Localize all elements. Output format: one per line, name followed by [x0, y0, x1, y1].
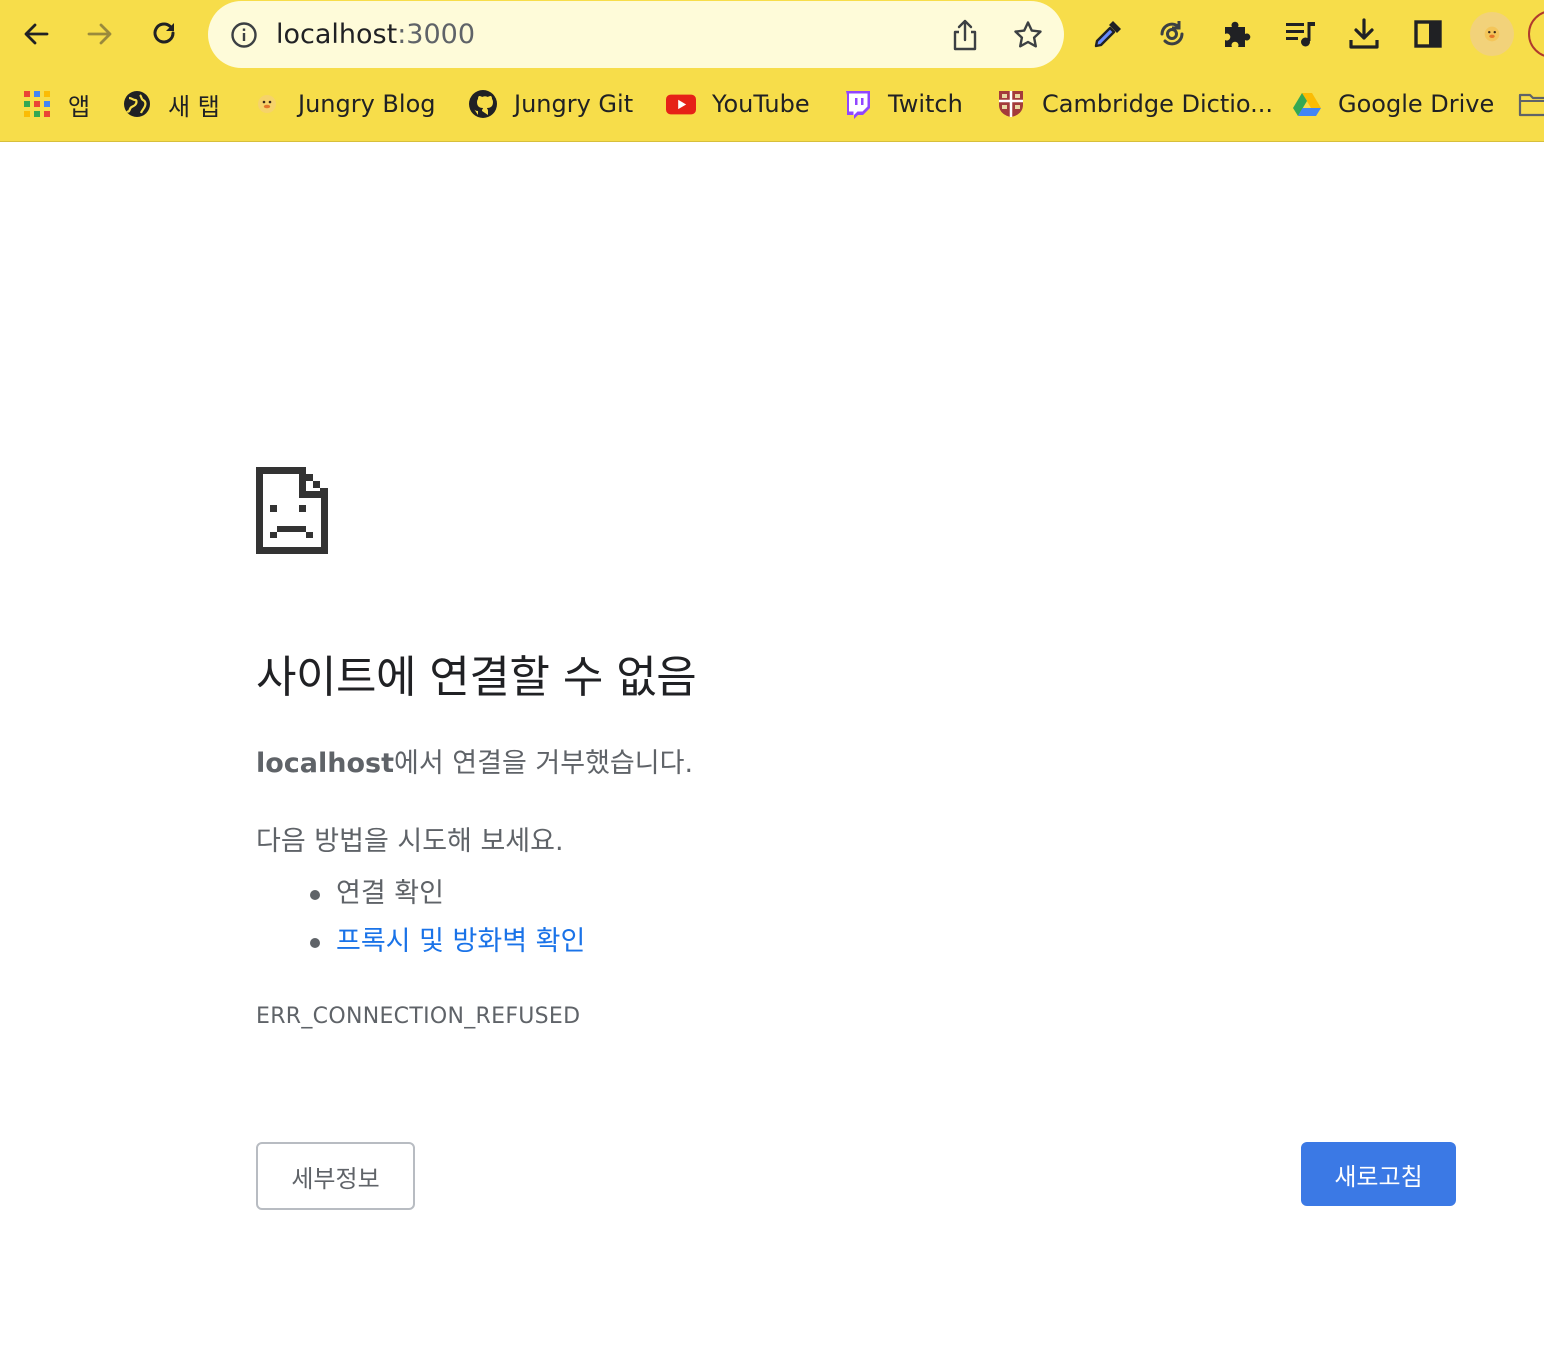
bookmark-label: Twitch	[888, 90, 963, 118]
bookmark-folder[interactable]	[1518, 82, 1544, 126]
error-description: localhost에서 연결을 거부했습니다.	[256, 745, 693, 783]
folder-icon	[1518, 89, 1544, 119]
bookmark-label: YouTube	[712, 90, 810, 118]
github-icon	[468, 89, 498, 119]
reload-icon	[153, 22, 175, 44]
url-host: localhost	[276, 19, 398, 50]
extensions-button[interactable]	[1216, 14, 1256, 54]
error-code: ERR_CONNECTION_REFUSED	[256, 1004, 581, 1029]
sad-document-icon	[256, 467, 328, 554]
error-title: 사이트에 연결할 수 없음	[256, 652, 697, 703]
reload-page-button[interactable]	[140, 10, 188, 58]
youtube-icon	[666, 89, 696, 119]
bookmark-twitch[interactable]: Twitch	[842, 82, 963, 126]
bookmark-apps[interactable]: 앱	[22, 82, 90, 126]
proxy-firewall-link[interactable]: 프록시 및 방화벽 확인	[336, 926, 585, 957]
bookmark-label: Cambridge Dictio...	[1042, 90, 1274, 118]
profile-avatar[interactable]	[1470, 12, 1514, 56]
bullet-dot	[310, 890, 320, 900]
bookmark-star-icon[interactable]	[1012, 19, 1044, 51]
account-avatar[interactable]	[1528, 10, 1544, 58]
bookmark-label: 새 탭	[168, 92, 220, 121]
bookmark-label: Google Drive	[1338, 90, 1495, 118]
duck-avatar-icon	[1484, 26, 1500, 42]
downloads-button[interactable]	[1344, 14, 1384, 54]
side-panel-icon	[1414, 20, 1442, 48]
extension-eyedropper[interactable]	[1088, 14, 1128, 54]
bookmark-jungry-blog[interactable]: Jungry Blog	[252, 82, 435, 126]
eyedropper-icon	[1094, 21, 1121, 48]
bookmark-label: Jungry Git	[514, 90, 634, 118]
apps-grid-icon	[22, 89, 52, 119]
suggestion-check-proxy-firewall: 프록시 및 방화벽 확인	[308, 918, 585, 966]
share-icon[interactable]	[950, 18, 980, 52]
browser-chrome: localhost:3000 앱 새 탭 Jungry Blog Jungry …	[0, 0, 1544, 142]
suggestions-heading: 다음 방법을 시도해 보세요.	[256, 826, 564, 857]
bookmark-youtube[interactable]: YouTube	[666, 82, 810, 126]
download-icon	[1349, 18, 1379, 49]
bookmarks-bar: 앱 새 탭 Jungry Blog Jungry Git YouTube Twi…	[0, 76, 1544, 132]
media-control-button[interactable]	[1280, 14, 1320, 54]
suggestion-text: 연결 확인	[336, 878, 444, 909]
playlist-music-icon	[1286, 22, 1315, 47]
arrow-left-icon	[24, 23, 49, 45]
bookmark-label: Jungry Blog	[298, 90, 436, 118]
arrow-right-icon	[87, 23, 112, 45]
side-panel-button[interactable]	[1408, 14, 1448, 54]
site-info-icon[interactable]	[230, 21, 258, 49]
sync-refresh-icon	[1160, 21, 1184, 46]
google-drive-icon	[1292, 89, 1322, 119]
suggestion-check-connection: 연결 확인	[308, 870, 585, 918]
address-url[interactable]: localhost:3000	[276, 17, 475, 53]
error-description-text: 에서 연결을 거부했습니다.	[394, 748, 694, 779]
bookmark-google-drive[interactable]: Google Drive	[1292, 82, 1494, 126]
address-bar[interactable]: localhost:3000	[208, 1, 1064, 68]
twitch-icon	[842, 89, 872, 119]
extension-sync[interactable]	[1152, 14, 1192, 54]
bullet-dot	[310, 938, 320, 948]
puzzle-piece-icon	[1225, 21, 1251, 47]
bookmark-label: 앱	[68, 92, 91, 121]
bookmark-cambridge-dictionary[interactable]: Cambridge Dictio...	[996, 82, 1273, 126]
bookmark-jungry-git[interactable]: Jungry Git	[468, 82, 633, 126]
duck-favicon-icon	[252, 89, 282, 119]
details-button[interactable]: 세부정보	[256, 1142, 415, 1210]
globe-icon	[122, 89, 152, 119]
bookmark-new-tab[interactable]: 새 탭	[122, 82, 220, 126]
error-host: localhost	[256, 748, 395, 779]
forward-button[interactable]	[76, 10, 124, 58]
cambridge-crest-icon	[996, 89, 1026, 119]
suggestions-list: 연결 확인 프록시 및 방화벽 확인	[308, 870, 585, 966]
back-button[interactable]	[12, 10, 60, 58]
browser-toolbar: localhost:3000	[0, 0, 1544, 68]
url-port: :3000	[397, 19, 476, 50]
reload-button[interactable]: 새로고침	[1301, 1142, 1456, 1206]
